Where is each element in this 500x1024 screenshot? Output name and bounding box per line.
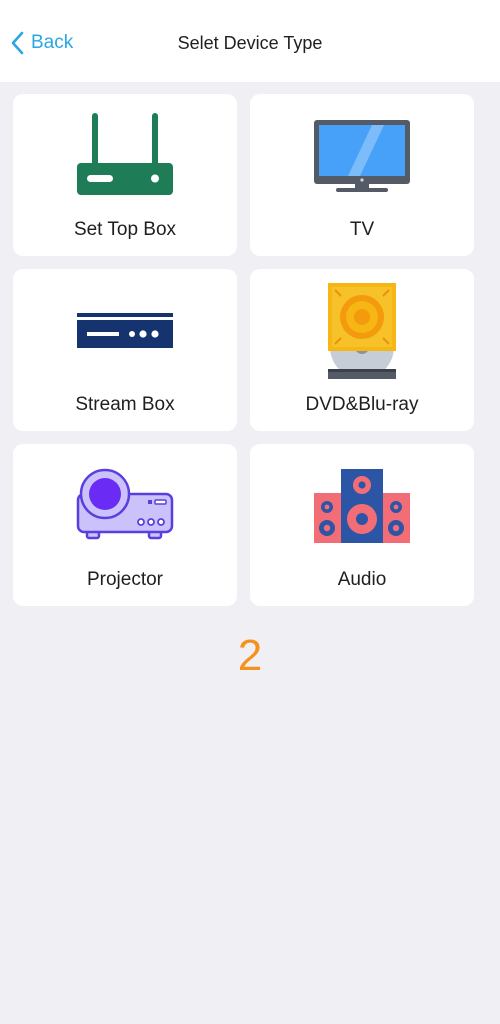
tv-icon bbox=[250, 106, 474, 206]
router-icon bbox=[13, 106, 237, 206]
device-card-dvd-blu-ray[interactable]: DVD&Blu-ray bbox=[250, 269, 474, 431]
projector-icon bbox=[13, 456, 237, 556]
stream-box-icon bbox=[13, 281, 237, 381]
page-number: 2 bbox=[237, 631, 263, 680]
device-label: Projector bbox=[86, 569, 164, 590]
device-label: DVD&Blu-ray bbox=[305, 394, 419, 415]
device-label: Stream Box bbox=[75, 394, 175, 415]
speaker-icon bbox=[250, 456, 474, 556]
device-label: TV bbox=[349, 219, 375, 240]
device-label: Audio bbox=[337, 569, 387, 590]
device-card-stream-box[interactable]: Stream Box bbox=[13, 269, 237, 431]
device-card-projector[interactable]: Projector bbox=[13, 444, 237, 606]
device-card-set-top-box[interactable]: Set Top Box bbox=[13, 94, 237, 256]
device-card-tv[interactable]: TV bbox=[250, 94, 474, 256]
device-type-grid: Set Top Box TV Stream Box DVD&Blu-ray Pr… bbox=[13, 94, 487, 606]
page-title: Selet Device Type bbox=[177, 33, 323, 53]
device-card-audio[interactable]: Audio bbox=[250, 444, 474, 606]
dvd-icon bbox=[250, 281, 474, 381]
device-label: Set Top Box bbox=[73, 219, 177, 240]
nav-bar: Back Selet Device Type bbox=[0, 0, 500, 82]
